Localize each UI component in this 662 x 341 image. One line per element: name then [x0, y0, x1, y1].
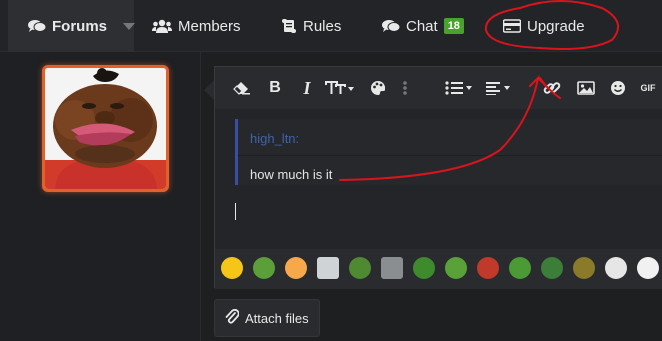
smilies-button[interactable] — [607, 76, 629, 100]
nav-forums[interactable]: Forums — [8, 0, 136, 52]
credit-card-icon — [503, 19, 521, 33]
text-size-button[interactable] — [323, 76, 357, 100]
blush-smilie-icon[interactable] — [285, 257, 307, 279]
smile-icon — [610, 80, 626, 96]
reply-editor[interactable]: B I GIF high_ltn: how much is it — [214, 66, 662, 289]
scroll-icon — [281, 18, 297, 34]
eraser-icon — [233, 81, 251, 95]
nav-members[interactable]: Members — [152, 0, 241, 52]
ellipsis-vertical-icon — [403, 80, 407, 96]
top-nav: Forums Members Rules Chat 18 Upgrade — [0, 0, 662, 52]
pepe-2-smilie-icon[interactable] — [445, 257, 467, 279]
link-icon — [543, 79, 561, 97]
editor-toolbar: B I GIF — [215, 67, 662, 109]
quote-separator — [238, 155, 662, 156]
comments-icon — [28, 19, 46, 33]
align-left-icon — [485, 81, 515, 95]
shark-smilie-icon[interactable] — [317, 257, 339, 279]
gif-button[interactable]: GIF — [637, 76, 659, 100]
list-button[interactable] — [443, 76, 477, 100]
color-button[interactable] — [367, 76, 389, 100]
pepe-angry-smilie-icon[interactable] — [413, 257, 435, 279]
clear-format-button[interactable] — [231, 76, 253, 100]
bold-button[interactable]: B — [265, 76, 285, 100]
nav-chat-label: Chat — [406, 17, 438, 35]
users-icon — [152, 19, 172, 33]
more-options-button[interactable] — [399, 76, 411, 100]
chat-count-badge: 18 — [443, 18, 464, 34]
laughing-crying-smilie-icon[interactable] — [221, 257, 243, 279]
shrek-smilie-icon[interactable] — [573, 257, 595, 279]
editor-pointer — [204, 80, 214, 100]
align-button[interactable] — [483, 76, 517, 100]
quote-block: high_ltn: how much is it — [235, 119, 662, 185]
quote-text: how much is it — [250, 167, 333, 182]
pepe-smilie-icon[interactable] — [253, 257, 275, 279]
chevron-down-icon[interactable] — [123, 22, 136, 30]
avatar[interactable] — [42, 65, 169, 192]
nav-forums-label: Forums — [52, 17, 108, 35]
pepe-hat-smilie-icon[interactable] — [349, 257, 371, 279]
text-size-icon — [325, 81, 355, 95]
smilie-bar — [215, 249, 662, 289]
attach-files-button[interactable]: Attach files — [214, 299, 320, 337]
image-icon — [577, 81, 595, 95]
editor-content[interactable]: high_ltn: how much is it — [215, 109, 662, 249]
nav-upgrade[interactable]: Upgrade — [503, 0, 585, 52]
nav-rules[interactable]: Rules — [281, 0, 341, 52]
palette-icon — [370, 80, 386, 96]
comments-icon — [382, 19, 400, 33]
insert-image-button[interactable] — [575, 76, 597, 100]
pepe-cry-smilie-icon[interactable] — [509, 257, 531, 279]
nav-upgrade-label: Upgrade — [527, 17, 585, 35]
insert-link-button[interactable] — [541, 76, 563, 100]
text-cursor — [235, 203, 236, 220]
attach-files-label: Attach files — [245, 310, 309, 326]
ghost-smilie-icon[interactable] — [637, 257, 659, 279]
pepe-shy-smilie-icon[interactable] — [541, 257, 563, 279]
nav-rules-label: Rules — [303, 17, 342, 35]
paperclip-icon — [225, 308, 240, 328]
column-divider — [200, 52, 201, 341]
trash-can-smilie-icon[interactable] — [381, 257, 403, 279]
list-icon — [445, 81, 475, 95]
skull-smilie-icon[interactable] — [605, 257, 627, 279]
pepe-scream-smilie-icon[interactable] — [477, 257, 499, 279]
quote-author[interactable]: high_ltn: — [250, 131, 299, 146]
italic-button[interactable]: I — [297, 76, 317, 100]
nav-members-label: Members — [178, 17, 241, 35]
nav-chat[interactable]: Chat 18 — [382, 0, 464, 52]
